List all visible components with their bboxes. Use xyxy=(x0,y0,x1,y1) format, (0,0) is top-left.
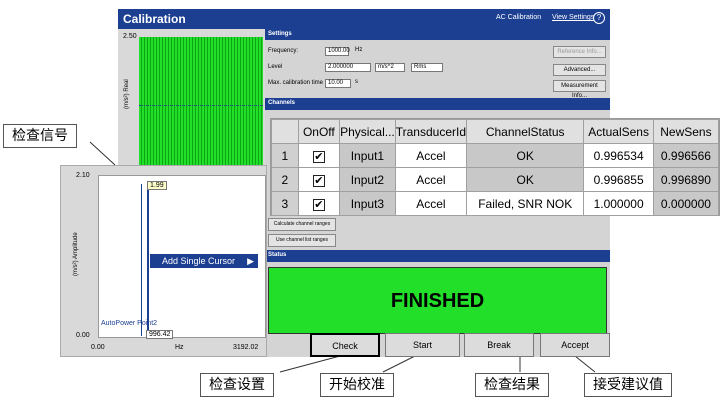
row-number: 1 xyxy=(271,143,299,168)
submenu-arrow-icon: ▶ xyxy=(247,256,254,266)
break-button[interactable]: Break xyxy=(464,333,534,357)
settings-header: Settings xyxy=(265,29,610,40)
start-button[interactable]: Start xyxy=(385,333,460,357)
cursor-frequency-label: 996.42 xyxy=(146,330,174,339)
transducer-cell: Accel xyxy=(394,191,468,216)
onoff-checkbox[interactable]: ✔ xyxy=(312,198,325,211)
status-header: Status xyxy=(265,250,610,262)
table-row: 3 ✔ Input3 Accel Failed, SNR NOK 1.00000… xyxy=(271,191,720,216)
use-channel-list-ranges-button[interactable]: Use channel list ranges xyxy=(268,234,336,247)
max-time-label: Max. calibration time xyxy=(268,80,324,86)
column-header-status[interactable]: ChannelStatus xyxy=(466,119,585,144)
view-settings-link[interactable]: View Settings xyxy=(552,14,594,21)
y-axis-top-tick: 2.10 xyxy=(76,172,90,179)
reference-info-button[interactable]: Reference Info... xyxy=(553,46,606,58)
y-axis-label: (m/s²) Real xyxy=(124,79,130,109)
window-title: Calibration xyxy=(123,12,186,26)
transducer-cell: Accel xyxy=(394,167,468,192)
status-text: FINISHED xyxy=(390,290,485,312)
window-titlebar: Calibration AC Calibration View Settings… xyxy=(118,9,610,29)
settings-panel: Settings Frequency: 1000.00 Hz Level 2.0… xyxy=(265,29,610,99)
new-sens-cell: 0.996566 xyxy=(652,143,720,168)
actual-sens-cell: 0.996855 xyxy=(583,167,654,192)
channels-header: Channels xyxy=(265,98,610,110)
transducer-cell: Accel xyxy=(394,143,468,168)
zero-line xyxy=(139,105,263,106)
physical-cell: Input2 xyxy=(339,167,396,192)
accept-button[interactable]: Accept xyxy=(540,333,610,357)
new-sens-cell: 0.996890 xyxy=(652,167,720,192)
max-time-unit: s xyxy=(355,79,358,85)
advanced-button[interactable]: Advanced... xyxy=(553,64,606,76)
frequency-unit: Hz xyxy=(355,47,363,53)
column-header-physical[interactable]: Physical... xyxy=(339,119,396,144)
callout-accept-suggested: 接受建议值 xyxy=(584,373,672,397)
time-signal-plot: 2.50 (m/s²) Real xyxy=(118,29,265,169)
actual-sens-cell: 0.996534 xyxy=(583,143,654,168)
onoff-checkbox[interactable]: ✔ xyxy=(312,150,325,163)
y-axis-bottom-tick: 0.00 xyxy=(76,332,90,339)
frequency-field[interactable]: 1000.00 xyxy=(325,47,350,56)
callout-check-signal: 检查信号 xyxy=(3,124,77,148)
column-header-new[interactable]: NewSens xyxy=(652,119,720,144)
level-mode-select[interactable]: Rms xyxy=(411,63,443,72)
x-axis-right-tick: 3192.02 xyxy=(233,344,259,351)
new-sens-cell: 0.000000 xyxy=(652,191,720,216)
context-menu-add-cursor[interactable]: Add Single Cursor ▶ xyxy=(150,254,258,268)
callout-check-settings: 检查设置 xyxy=(200,373,274,397)
trace-legend: AutoPower Point2 xyxy=(101,320,158,327)
callout-check-results: 检查结果 xyxy=(475,373,549,397)
column-header xyxy=(271,119,299,144)
frequency-label: Frequency: xyxy=(268,48,299,54)
y-axis-top-tick: 2.50 xyxy=(123,33,137,40)
callout-start-calibration: 开始校准 xyxy=(320,373,394,397)
physical-cell: Input3 xyxy=(339,191,396,216)
help-icon[interactable]: ? xyxy=(593,12,605,24)
check-button[interactable]: Check xyxy=(310,333,380,357)
mode-dropdown[interactable]: AC Calibration xyxy=(496,14,541,21)
status-cell: OK xyxy=(466,167,585,192)
cursor-amplitude-label: 1.99 xyxy=(147,181,167,190)
level-label: Level xyxy=(268,64,283,70)
row-number: 2 xyxy=(271,167,299,192)
signal-waveform xyxy=(139,37,263,169)
status-cell: Failed, SNR NOK xyxy=(466,191,585,216)
column-header-transducer[interactable]: TransducerId xyxy=(394,119,468,144)
x-axis-left-tick: 0.00 xyxy=(91,344,105,351)
channels-table: OnOff Physical... TransducerId ChannelSt… xyxy=(270,118,720,216)
onoff-checkbox[interactable]: ✔ xyxy=(312,174,325,187)
max-time-field[interactable]: 10.00 xyxy=(325,79,351,88)
status-indicator: FINISHED xyxy=(268,267,607,334)
table-row: 2 ✔ Input2 Accel OK 0.996855 0.996890 xyxy=(271,167,720,192)
y-axis-label: (m/s²) Amplitude xyxy=(73,232,79,276)
row-number: 3 xyxy=(271,191,299,216)
table-row: 1 ✔ Input1 Accel OK 0.996534 0.996566 xyxy=(271,143,720,168)
calculate-ranges-button[interactable]: Calculate channel ranges xyxy=(268,218,336,231)
context-menu-label: Add Single Cursor xyxy=(162,256,236,266)
table-header-row: OnOff Physical... TransducerId ChannelSt… xyxy=(271,119,720,144)
cursor-line[interactable] xyxy=(147,181,148,336)
level-field[interactable]: 2.000000 xyxy=(325,63,371,72)
column-header-onoff[interactable]: OnOff xyxy=(297,119,341,144)
physical-cell: Input1 xyxy=(339,143,396,168)
status-cell: OK xyxy=(466,143,585,168)
column-header-actual[interactable]: ActualSens xyxy=(583,119,654,144)
actual-sens-cell: 1.000000 xyxy=(583,191,654,216)
level-unit-select[interactable]: m/s^2 xyxy=(375,63,405,72)
x-axis-unit: Hz xyxy=(175,344,184,351)
measurement-info-button[interactable]: Measurement Info... xyxy=(553,80,606,99)
